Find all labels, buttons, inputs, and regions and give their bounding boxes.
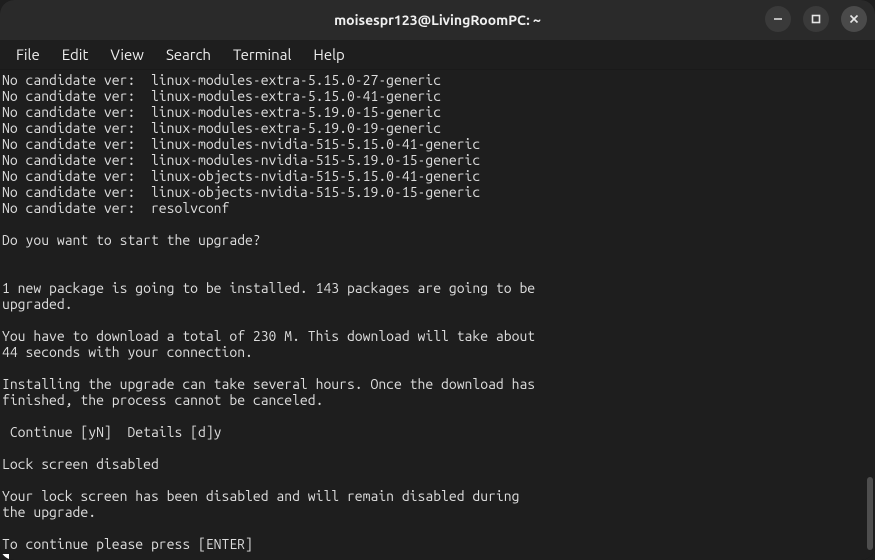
menubar: File Edit View Search Terminal Help: [0, 40, 875, 70]
menu-file[interactable]: File: [6, 43, 50, 66]
menu-help[interactable]: Help: [303, 43, 354, 66]
close-button[interactable]: [841, 6, 867, 32]
minimize-icon: [772, 13, 784, 25]
window-controls: [765, 6, 867, 32]
menu-terminal[interactable]: Terminal: [223, 43, 301, 66]
terminal-window: moisespr123@LivingRoomPC: ~ File Edit Vi…: [0, 0, 875, 560]
menu-edit[interactable]: Edit: [52, 43, 99, 66]
maximize-button[interactable]: [803, 6, 829, 32]
maximize-icon: [810, 13, 822, 25]
titlebar: moisespr123@LivingRoomPC: ~: [0, 0, 875, 40]
close-icon: [848, 13, 860, 25]
window-title: moisespr123@LivingRoomPC: ~: [0, 12, 875, 28]
terminal-area: No candidate ver: linux-modules-extra-5.…: [0, 70, 875, 560]
terminal-output[interactable]: No candidate ver: linux-modules-extra-5.…: [0, 70, 865, 560]
scrollbar-thumb[interactable]: [867, 477, 873, 551]
scrollbar[interactable]: [865, 70, 875, 560]
menu-view[interactable]: View: [100, 43, 154, 66]
minimize-button[interactable]: [765, 6, 791, 32]
cursor: [2, 554, 9, 560]
menu-search[interactable]: Search: [156, 43, 221, 66]
